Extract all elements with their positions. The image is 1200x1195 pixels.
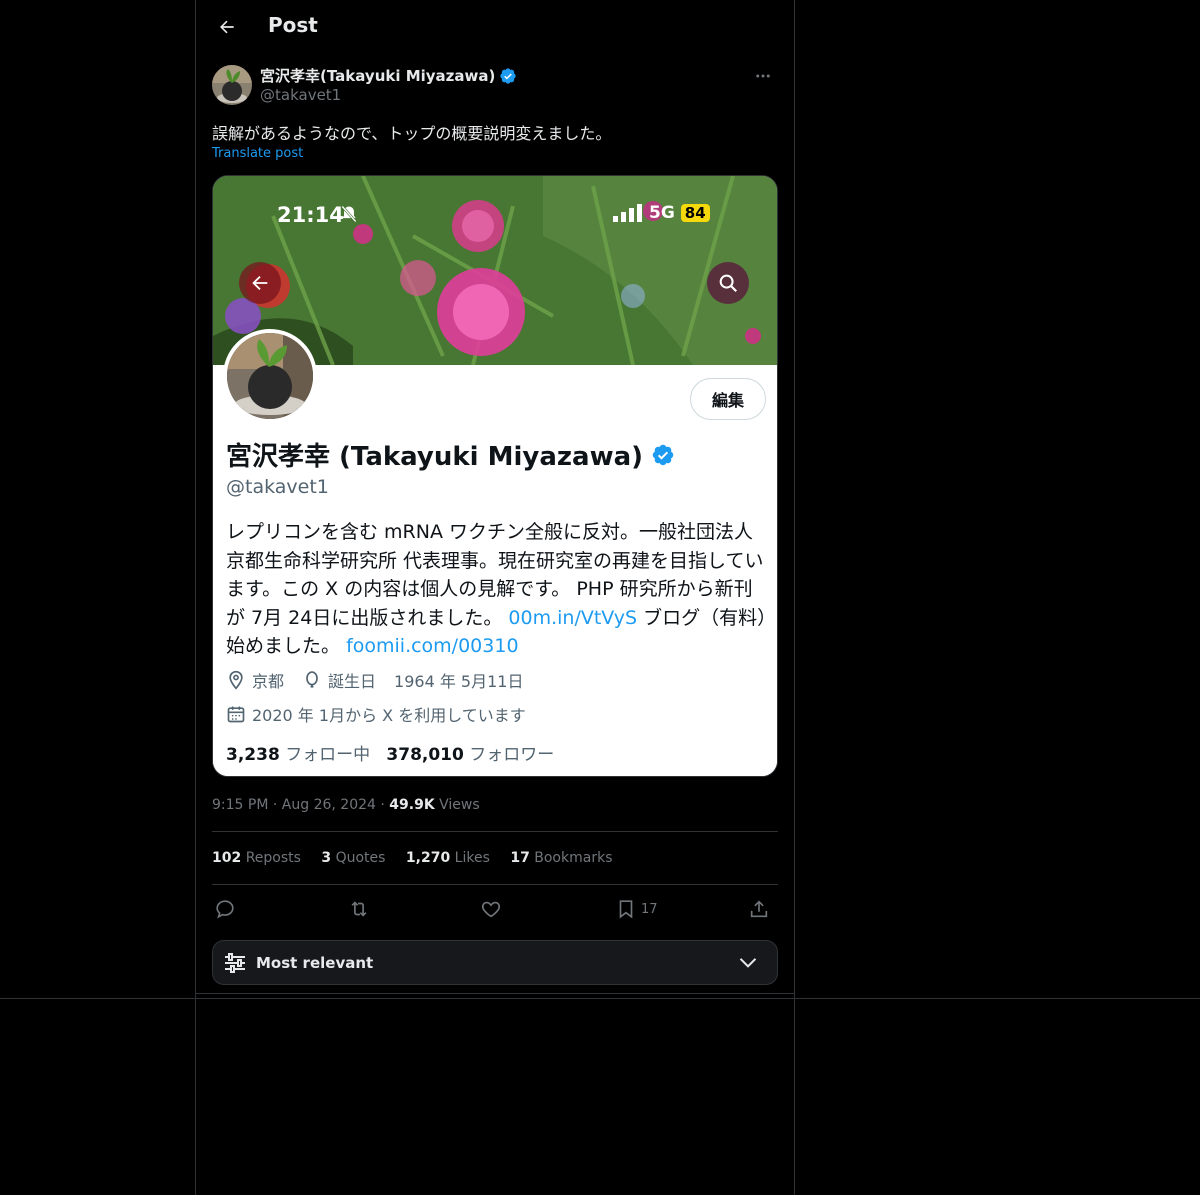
reposts-count[interactable]: 102 Reposts	[212, 850, 301, 866]
reply-icon	[216, 900, 234, 919]
phone-status-time: 21:14	[277, 203, 344, 227]
divider	[212, 884, 778, 885]
arrow-left-icon	[252, 275, 268, 291]
post-column: Post 宮沢孝幸(Takayuki Miyazawa) @takavet1 誤…	[195, 0, 795, 1195]
repost-icon	[351, 901, 367, 917]
reply-sort-dropdown[interactable]: Most relevant	[212, 940, 778, 985]
top-bar: Post	[196, 0, 794, 53]
translate-post-link[interactable]: Translate post	[212, 146, 303, 161]
search-icon	[719, 274, 738, 293]
arrow-left-icon	[220, 20, 234, 34]
quotes-count[interactable]: 3 Quotes	[321, 850, 385, 866]
phone-search-button	[707, 262, 749, 304]
edit-profile-button: 編集	[690, 378, 766, 420]
profile-meta: 京都 誕生日 1964 年 5月11日	[226, 668, 523, 692]
author-handle[interactable]: @takavet1	[260, 86, 341, 104]
profile-follow-stats: 3,238 フォロー中 378,010 フォロワー	[226, 745, 555, 765]
likes-count[interactable]: 1,270 Likes	[406, 850, 490, 866]
engagement-counts: 102 Reposts 3 Quotes 1,270 Likes 17 Book…	[212, 850, 628, 866]
reply-button[interactable]	[214, 894, 236, 924]
views-count: 49.9K	[389, 797, 435, 813]
author-name[interactable]: 宮沢孝幸(Takayuki Miyazawa)	[260, 65, 517, 86]
signal-bars-icon	[613, 204, 642, 222]
bookmark-icon	[619, 900, 633, 919]
share-icon	[750, 900, 768, 918]
divider	[196, 993, 794, 994]
profile-avatar	[223, 329, 317, 423]
profile-handle: @takavet1	[226, 476, 329, 498]
post-date[interactable]: Aug 26, 2024	[282, 797, 376, 813]
more-options-button[interactable]	[748, 64, 778, 88]
bookmark-count: 17	[641, 901, 658, 917]
bookmarks-count[interactable]: 17 Bookmarks	[510, 850, 612, 866]
bookmark-button[interactable]: 17	[615, 894, 658, 924]
action-bar: 17	[212, 894, 778, 924]
more-dots-icon	[756, 74, 770, 78]
like-button[interactable]	[480, 894, 502, 924]
profile-name: 宮沢孝幸 (Takayuki Miyazawa)	[226, 436, 675, 473]
bio-link-book: 00m.in/VtVyS	[508, 606, 638, 629]
bell-muted-icon	[341, 205, 357, 223]
bio-link-blog: foomii.com/00310	[346, 635, 519, 657]
post-time[interactable]: 9:15 PM	[212, 797, 268, 813]
location-pin-icon	[229, 670, 243, 690]
balloon-icon	[306, 671, 318, 688]
sliders-icon	[225, 953, 245, 973]
avatar[interactable]	[212, 65, 252, 105]
chevron-down-icon	[739, 958, 757, 968]
back-button[interactable]	[212, 12, 242, 42]
network-label: 5G	[649, 203, 675, 223]
post-text: 誤解があるようなので、トップの概要説明変えました。	[212, 124, 612, 143]
post-author: 宮沢孝幸(Takayuki Miyazawa) @takavet1	[212, 64, 778, 108]
page-title: Post	[268, 13, 318, 37]
battery-level: 84	[680, 204, 710, 222]
phone-back-button	[239, 262, 281, 304]
repost-button[interactable]	[348, 894, 370, 924]
verified-badge-icon	[652, 444, 674, 465]
profile-joined: 2020 年 1月から X を利用しています	[226, 702, 526, 726]
sort-label: Most relevant	[256, 954, 374, 972]
calendar-icon	[227, 706, 245, 723]
profile-bio: レプリコンを含む mRNA ワクチン全般に反対。一般社団法人京都生命科学研究所 …	[226, 521, 767, 657]
post-timestamp: 9:15 PM · Aug 26, 2024 · 49.9K Views	[212, 797, 480, 813]
divider	[212, 831, 778, 832]
post-media-image[interactable]: 21:14 5G 84 編集 宮沢孝幸 (Takayuki Miyazawa) …	[212, 175, 778, 777]
verified-badge-icon	[500, 67, 517, 84]
phone-status-signal: 5G 84	[613, 203, 710, 223]
heart-icon	[481, 901, 501, 918]
share-button[interactable]	[748, 894, 770, 924]
